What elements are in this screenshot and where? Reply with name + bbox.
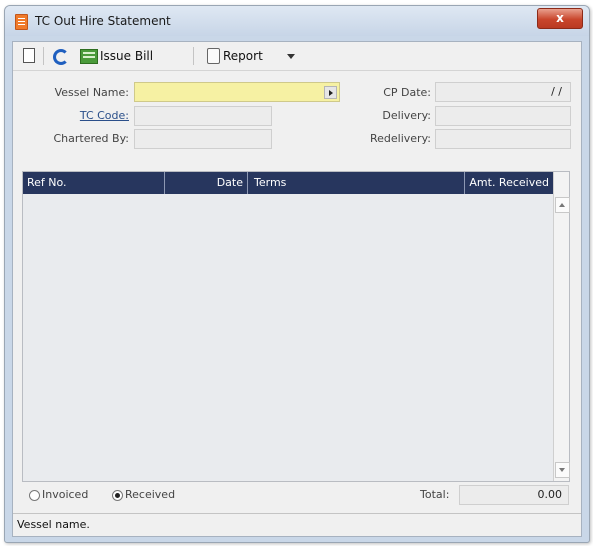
tc-code-label[interactable]: TC Code: xyxy=(19,109,129,122)
redelivery-label: Redelivery: xyxy=(370,132,431,145)
column-amt-received[interactable]: Amt. Received xyxy=(465,172,553,194)
close-icon: x xyxy=(556,11,564,25)
column-ref-no[interactable]: Ref No. xyxy=(23,172,165,194)
grid-header: Ref No. Date Terms Amt. Received xyxy=(23,172,553,194)
redelivery-field[interactable] xyxy=(435,129,571,149)
app-icon xyxy=(15,14,28,30)
delivery-label: Delivery: xyxy=(382,109,431,122)
scroll-down-icon[interactable] xyxy=(555,462,570,478)
report-label: Report xyxy=(223,49,263,63)
bill-icon xyxy=(80,49,98,64)
form-panel: Issue Bill Report Vessel Name: TC Code: … xyxy=(12,41,582,537)
vessel-name-field[interactable] xyxy=(134,82,340,102)
vessel-name-label: Vessel Name: xyxy=(54,86,129,99)
column-label: Date xyxy=(216,176,243,189)
delivery-field[interactable] xyxy=(435,106,571,126)
status-text: Vessel name. xyxy=(17,518,90,531)
window-title: TC Out Hire Statement xyxy=(35,14,171,28)
status-bar: Vessel name. xyxy=(13,513,581,536)
chevron-down-icon xyxy=(287,54,295,59)
document-icon[interactable] xyxy=(23,48,35,63)
refresh-icon[interactable] xyxy=(53,49,69,65)
title-bar[interactable]: TC Out Hire Statement x xyxy=(5,6,589,36)
toolbar: Issue Bill Report xyxy=(13,42,581,71)
report-icon xyxy=(207,48,220,64)
total-value: 0.00 xyxy=(537,488,563,501)
cp-date-field[interactable]: / / xyxy=(435,82,571,102)
cp-date-value: / / xyxy=(551,85,562,98)
received-radio[interactable] xyxy=(112,490,123,501)
column-terms[interactable]: Terms xyxy=(250,172,465,194)
column-label: Amt. Received xyxy=(469,176,549,189)
total-field: 0.00 xyxy=(459,485,569,505)
column-label: Ref No. xyxy=(27,176,67,189)
close-button[interactable]: x xyxy=(537,8,583,29)
chartered-by-label: Chartered By: xyxy=(53,132,130,145)
cp-date-label: CP Date: xyxy=(383,86,431,99)
chartered-by-field[interactable] xyxy=(134,129,272,149)
tc-out-hire-statement-window: TC Out Hire Statement x Issue Bill Repor… xyxy=(4,5,590,543)
report-button[interactable]: Report xyxy=(205,46,301,66)
scroll-up-icon[interactable] xyxy=(555,197,570,213)
toolbar-separator xyxy=(193,47,194,65)
total-label: Total: xyxy=(420,488,450,501)
grid-scrollbar[interactable] xyxy=(553,172,570,481)
issue-bill-label: Issue Bill xyxy=(100,49,154,63)
toolbar-separator xyxy=(43,47,44,65)
issue-bill-button[interactable]: Issue Bill xyxy=(79,46,183,66)
received-label: Received xyxy=(125,488,176,501)
column-label: Terms xyxy=(254,176,287,189)
invoiced-radio[interactable] xyxy=(29,490,40,501)
statement-grid[interactable]: Ref No. Date Terms Amt. Received xyxy=(22,171,570,482)
invoiced-label: Invoiced xyxy=(42,488,89,501)
column-date[interactable]: Date xyxy=(165,172,248,194)
tc-code-field[interactable] xyxy=(134,106,272,126)
